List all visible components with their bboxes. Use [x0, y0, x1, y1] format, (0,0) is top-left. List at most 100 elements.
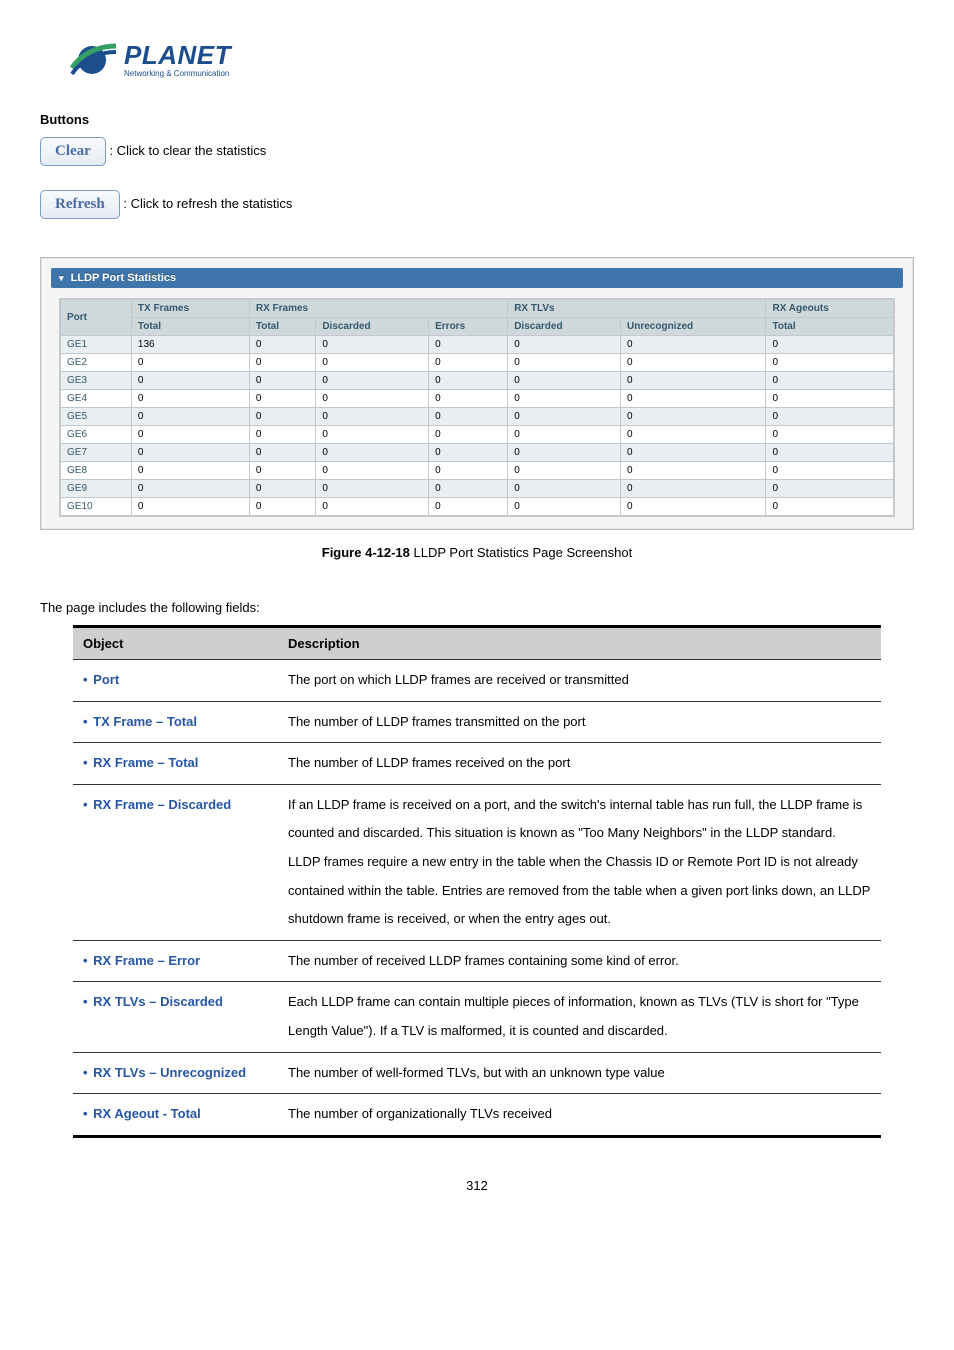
- cell: 0: [131, 372, 249, 390]
- cell: 0: [249, 498, 315, 516]
- cell: 0: [508, 426, 621, 444]
- cell: 0: [249, 354, 315, 372]
- description-cell: If an LLDP frame is received on a port, …: [278, 784, 881, 940]
- cell: 0: [316, 408, 429, 426]
- cell: 0: [621, 408, 766, 426]
- collapse-icon: ▾: [59, 273, 64, 284]
- refresh-button[interactable]: Refresh: [40, 190, 120, 219]
- table-row: GE80000000: [61, 462, 894, 480]
- col-rx-errors: Errors: [429, 318, 508, 336]
- description-cell: The number of received LLDP frames conta…: [278, 940, 881, 982]
- cell: 0: [249, 444, 315, 462]
- fields-col-description: Description: [278, 627, 881, 660]
- cell: 0: [621, 354, 766, 372]
- cell: 0: [316, 336, 429, 354]
- description-cell: The number of LLDP frames received on th…: [278, 743, 881, 785]
- cell: GE3: [61, 372, 132, 390]
- logo-tagline: Networking & Communication: [124, 70, 231, 78]
- col-port: Port: [61, 300, 132, 336]
- figure-text: LLDP Port Statistics Page Screenshot: [410, 545, 632, 560]
- cell: 0: [621, 426, 766, 444]
- object-cell: • TX Frame – Total: [73, 701, 278, 743]
- description-cell: The number of organizationally TLVs rece…: [278, 1094, 881, 1137]
- lldp-stats-title: LLDP Port Statistics: [71, 272, 177, 284]
- table-row: • PortThe port on which LLDP frames are …: [73, 660, 881, 702]
- cell: 0: [316, 426, 429, 444]
- cell: 0: [766, 372, 894, 390]
- cell: 0: [766, 336, 894, 354]
- cell: GE2: [61, 354, 132, 372]
- table-row: GE40000000: [61, 390, 894, 408]
- cell: 0: [131, 390, 249, 408]
- cell: 0: [429, 354, 508, 372]
- cell: GE7: [61, 444, 132, 462]
- cell: 0: [429, 372, 508, 390]
- cell: 0: [316, 354, 429, 372]
- cell: 136: [131, 336, 249, 354]
- cell: 0: [508, 372, 621, 390]
- description-cell: The number of well-formed TLVs, but with…: [278, 1052, 881, 1094]
- cell: 0: [508, 390, 621, 408]
- description-cell: The port on which LLDP frames are receiv…: [278, 660, 881, 702]
- table-row: • RX Frame – DiscardedIf an LLDP frame i…: [73, 784, 881, 940]
- figure-number: Figure 4-12-18: [322, 545, 410, 560]
- object-cell: • RX Ageout - Total: [73, 1094, 278, 1137]
- cell: 0: [621, 372, 766, 390]
- cell: 0: [766, 462, 894, 480]
- logo-name: PLANET: [124, 42, 231, 68]
- cell: 0: [249, 480, 315, 498]
- lldp-stats-header[interactable]: ▾ LLDP Port Statistics: [51, 268, 903, 288]
- cell: 0: [131, 462, 249, 480]
- cell: 0: [766, 390, 894, 408]
- cell: 0: [249, 426, 315, 444]
- cell: GE4: [61, 390, 132, 408]
- cell: 0: [429, 444, 508, 462]
- cell: 0: [316, 372, 429, 390]
- cell: 0: [621, 390, 766, 408]
- object-cell: • Port: [73, 660, 278, 702]
- cell: 0: [249, 408, 315, 426]
- fields-table: Object Description • PortThe port on whi…: [73, 625, 881, 1138]
- cell: 0: [766, 426, 894, 444]
- cell: 0: [766, 480, 894, 498]
- col-tx-frames: TX Frames: [131, 300, 249, 318]
- cell: 0: [508, 336, 621, 354]
- cell: 0: [249, 390, 315, 408]
- cell: GE1: [61, 336, 132, 354]
- cell: 0: [131, 426, 249, 444]
- cell: 0: [766, 444, 894, 462]
- cell: 0: [621, 462, 766, 480]
- cell: 0: [766, 408, 894, 426]
- cell: 0: [429, 462, 508, 480]
- cell: 0: [429, 390, 508, 408]
- cell: 0: [429, 498, 508, 516]
- cell: 0: [249, 372, 315, 390]
- col-rx-ageouts: RX Ageouts: [766, 300, 894, 318]
- cell: 0: [508, 444, 621, 462]
- col-rx-discarded: Discarded: [316, 318, 429, 336]
- cell: GE6: [61, 426, 132, 444]
- cell: GE5: [61, 408, 132, 426]
- col-tx-total: Total: [131, 318, 249, 336]
- object-cell: • RX TLVs – Unrecognized: [73, 1052, 278, 1094]
- table-row: GE50000000: [61, 408, 894, 426]
- table-row: GE20000000: [61, 354, 894, 372]
- object-cell: • RX Frame – Total: [73, 743, 278, 785]
- cell: 0: [621, 480, 766, 498]
- cell: 0: [508, 354, 621, 372]
- cell: 0: [249, 462, 315, 480]
- clear-button[interactable]: Clear: [40, 137, 106, 166]
- page-number: 312: [40, 1178, 914, 1193]
- object-cell: • RX TLVs – Discarded: [73, 982, 278, 1052]
- description-cell: Each LLDP frame can contain multiple pie…: [278, 982, 881, 1052]
- cell: 0: [766, 354, 894, 372]
- cell: 0: [508, 462, 621, 480]
- table-row: • RX Frame – TotalThe number of LLDP fra…: [73, 743, 881, 785]
- cell: 0: [316, 390, 429, 408]
- cell: 0: [508, 480, 621, 498]
- cell: GE8: [61, 462, 132, 480]
- col-rx-total: Total: [249, 318, 315, 336]
- col-rx-tlvs: RX TLVs: [508, 300, 766, 318]
- lldp-stats-table: Port TX Frames RX Frames RX TLVs RX Ageo…: [60, 299, 894, 516]
- fields-col-object: Object: [73, 627, 278, 660]
